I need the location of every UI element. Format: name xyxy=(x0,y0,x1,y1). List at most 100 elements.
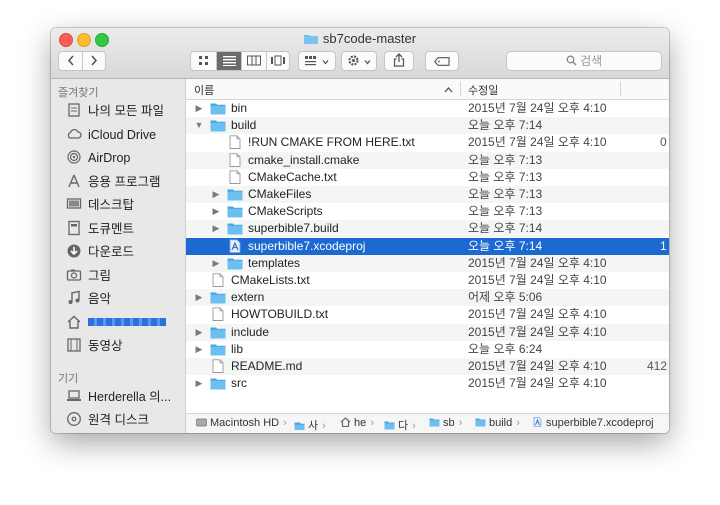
sidebar-icon-wrap xyxy=(66,337,82,353)
sidebar-item-music[interactable]: 음악 xyxy=(66,289,111,309)
sidebar-item-airdrop[interactable]: AirDrop xyxy=(66,148,130,168)
column-date-header[interactable]: 수정일 xyxy=(468,82,498,98)
file-name: CMakeLists.txt xyxy=(231,273,310,287)
file-name: superbible7.xcodeproj xyxy=(248,238,366,253)
column-view-button[interactable] xyxy=(241,52,266,70)
column-view-icon xyxy=(247,55,261,66)
column-divider[interactable] xyxy=(460,82,461,96)
file-row[interactable]: ▶ superbible7.build 오늘 오후 7:14 xyxy=(186,220,669,238)
disclosure-triangle-right-icon[interactable]: ▶ xyxy=(194,324,204,341)
sidebar-item-laptop[interactable]: Herderella 의... xyxy=(66,387,171,407)
disclosure-triangle-right-icon[interactable]: ▶ xyxy=(211,203,221,220)
file-name: extern xyxy=(231,290,265,305)
sidebar-item-pictures[interactable]: 그림 xyxy=(66,266,111,286)
file-row[interactable]: HOWTOBUILD.txt 2015년 7월 24일 오후 4:10 xyxy=(186,306,669,323)
title-toolbar: sb7code-master 검색 xyxy=(51,28,669,79)
finder-window: sb7code-master 검색 즐겨찾기 기기 나의 모든 파일 iClou… xyxy=(51,28,669,433)
path-separator-chevron-icon: › xyxy=(458,417,463,429)
disclosure-triangle-right-icon[interactable]: ▶ xyxy=(194,375,204,392)
tag-button[interactable] xyxy=(425,51,459,71)
file-date: 2015년 7월 24일 오후 4:10 xyxy=(468,359,607,373)
file-row[interactable]: ▶ CMakeFiles 오늘 오후 7:13 xyxy=(186,186,669,203)
search-field[interactable]: 검색 xyxy=(506,51,662,71)
path-crumb[interactable]: 다 › xyxy=(384,417,416,433)
action-button[interactable] xyxy=(341,51,377,71)
hard-drive-icon xyxy=(196,418,207,427)
movies-icon xyxy=(67,338,81,352)
file-date: 2015년 7월 24일 오후 4:10 xyxy=(468,307,607,322)
search-icon xyxy=(566,55,577,66)
sidebar-item-home[interactable] xyxy=(66,313,166,333)
file-row[interactable]: ▶ src 2015년 7월 24일 오후 4:10 xyxy=(186,375,669,392)
sidebar-item-all-files[interactable]: 나의 모든 파일 xyxy=(66,101,164,121)
list-view-button[interactable] xyxy=(216,52,241,70)
home-icon xyxy=(67,315,81,329)
sidebar-item-documents[interactable]: 도큐멘트 xyxy=(66,219,134,239)
gallery-view-button[interactable] xyxy=(266,52,289,70)
file-name: CMakeScripts xyxy=(248,204,323,219)
file-row[interactable]: !RUN CMAKE FROM HERE.txt 2015년 7월 24일 오후 … xyxy=(186,134,669,151)
file-date: 2015년 7월 24일 오후 4:10 xyxy=(468,376,607,391)
column-header: 이름 수정일 xyxy=(186,79,669,100)
sidebar-item-movies[interactable]: 동영상 xyxy=(66,336,123,356)
path-crumb[interactable]: he › xyxy=(340,417,374,429)
arrange-button[interactable] xyxy=(298,51,336,71)
path-crumb[interactable]: Macintosh HD › xyxy=(196,417,287,429)
sidebar-item-desktop[interactable]: 데스크탑 xyxy=(66,195,134,215)
view-mode-control xyxy=(190,51,290,71)
file-row[interactable]: ▶ templates 2015년 7월 24일 오후 4:10 xyxy=(186,254,669,272)
file-date: 2015년 7월 24일 오후 4:10 xyxy=(468,135,607,150)
sidebar-icon-wrap xyxy=(66,267,82,283)
icon-view-button[interactable] xyxy=(191,52,216,70)
column-divider[interactable] xyxy=(620,82,621,96)
chevron-down-icon xyxy=(322,60,329,65)
file-date: 오늘 오후 7:13 xyxy=(468,169,543,184)
file-row[interactable]: superbible7.xcodeproj 오늘 오후 7:14 1 xyxy=(186,237,669,255)
nav-buttons xyxy=(58,51,106,71)
disclosure-triangle-right-icon[interactable]: ▶ xyxy=(194,100,204,117)
disclosure-triangle-right-icon[interactable]: ▶ xyxy=(211,255,221,272)
file-name: CMakeCache.txt xyxy=(248,169,337,184)
path-crumb[interactable]: sb › xyxy=(429,417,462,429)
path-separator-chevron-icon: › xyxy=(412,420,416,432)
disclosure-triangle-right-icon[interactable]: ▶ xyxy=(194,289,204,306)
file-name: templates xyxy=(248,255,301,270)
file-name: HOWTOBUILD.txt xyxy=(231,307,329,322)
path-crumb[interactable]: 사 › xyxy=(294,417,326,433)
file-row[interactable]: CMakeLists.txt 2015년 7월 24일 오후 4:10 xyxy=(186,272,669,289)
sidebar-icon-wrap xyxy=(66,173,82,189)
path-crumb[interactable]: build › xyxy=(475,417,520,429)
disclosure-triangle-down-icon[interactable]: ▼ xyxy=(194,117,204,134)
file-row[interactable]: ▼ build 오늘 오후 7:14 xyxy=(186,117,669,135)
disclosure-triangle-right-icon[interactable]: ▶ xyxy=(211,186,221,203)
file-row[interactable]: README.md 2015년 7월 24일 오후 4:10 412 xyxy=(186,358,669,375)
folder-icon xyxy=(210,103,226,115)
folder-icon xyxy=(475,418,486,427)
icon-view-icon xyxy=(199,56,208,65)
sidebar-item-disc[interactable]: 원격 디스크 xyxy=(66,410,149,430)
file-row[interactable]: ▶ extern 어제 오후 5:06 xyxy=(186,289,669,307)
path-crumb[interactable]: superbible7.xcodeproj xyxy=(532,417,654,429)
disclosure-triangle-right-icon[interactable]: ▶ xyxy=(211,220,221,237)
column-name-header[interactable]: 이름 xyxy=(194,82,214,98)
forward-button[interactable] xyxy=(82,52,105,70)
sidebar-item-downloads[interactable]: 다운로드 xyxy=(66,242,134,262)
documents-icon xyxy=(68,220,80,235)
sidebar-item-applications[interactable]: 응용 프로그램 xyxy=(66,172,160,192)
sidebar-item-label: 응용 프로그램 xyxy=(88,174,161,189)
file-row[interactable]: ▶ CMakeScripts 오늘 오후 7:13 xyxy=(186,203,669,220)
home-icon xyxy=(340,417,351,427)
file-name: include xyxy=(231,324,270,339)
file-row[interactable]: ▶ bin 2015년 7월 24일 오후 4:10 xyxy=(186,100,669,117)
file-row[interactable]: cmake_install.cmake 오늘 오후 7:13 xyxy=(186,151,669,169)
file-row[interactable]: ▶ include 2015년 7월 24일 오후 4:10 xyxy=(186,323,669,341)
sidebar: 즐겨찾기 기기 나의 모든 파일 iCloud Drive AirDrop 응용 프로… xyxy=(51,79,186,433)
path-crumb-label: he xyxy=(354,417,367,429)
back-button[interactable] xyxy=(59,52,82,70)
share-button[interactable] xyxy=(384,51,414,71)
redacted-user-label xyxy=(88,317,166,326)
sidebar-item-cloud[interactable]: iCloud Drive xyxy=(66,125,156,145)
disclosure-triangle-right-icon[interactable]: ▶ xyxy=(194,341,204,358)
file-row[interactable]: CMakeCache.txt 오늘 오후 7:13 xyxy=(186,169,669,186)
file-row[interactable]: ▶ lib 오늘 오후 6:24 xyxy=(186,341,669,358)
